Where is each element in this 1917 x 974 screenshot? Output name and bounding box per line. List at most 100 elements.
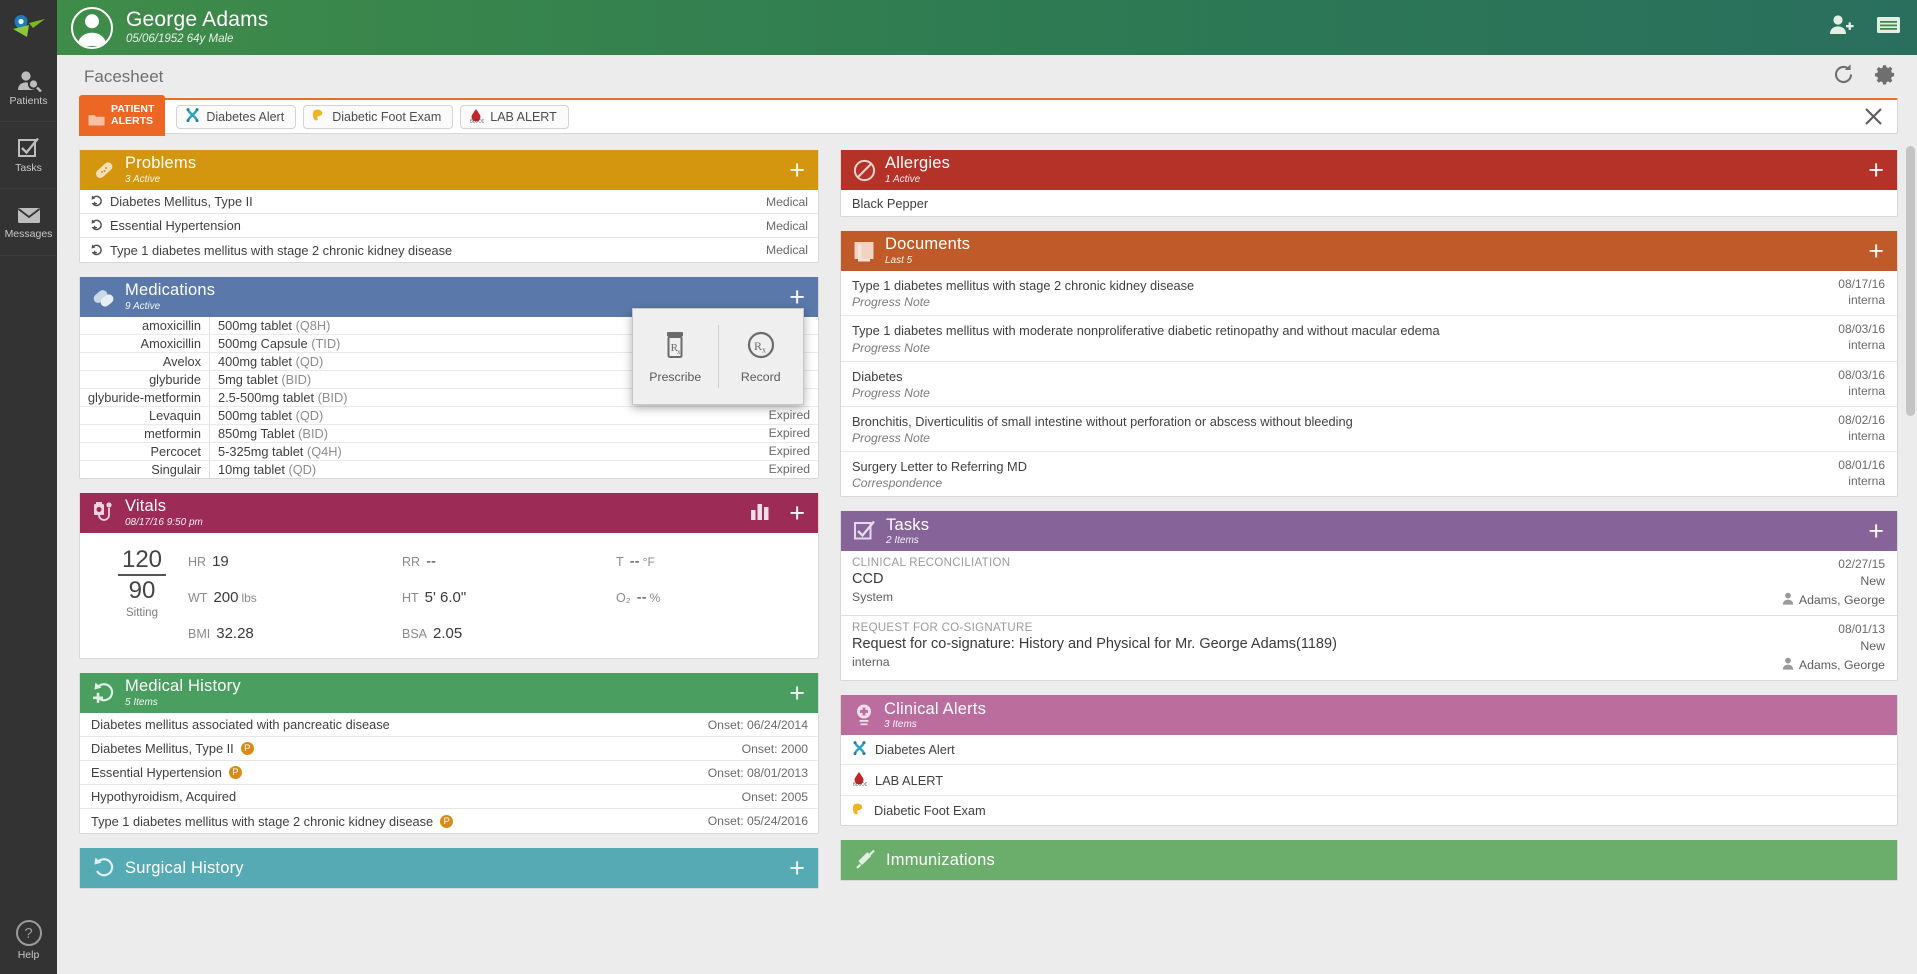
table-row[interactable]: Percocet 5-325mg tablet (Q4H) Expired [80, 443, 818, 461]
problem-badge-icon: P [241, 742, 254, 755]
list-item[interactable]: Bronchitis, Diverticulitis of small inte… [841, 407, 1897, 452]
table-row[interactable]: Diabetes Mellitus, Type II P Onset: 2000 [80, 737, 818, 761]
task-title: Request for co-signature: History and Ph… [852, 636, 1768, 652]
problem-badge-icon: P [229, 766, 242, 779]
alert-chip-diabetes[interactable]: Diabetes Alert [176, 105, 296, 129]
allergies-card-header: Allergies 1 Active + [841, 150, 1897, 190]
add-surgical-history-button[interactable]: + [789, 858, 805, 878]
list-item[interactable]: Type 1 diabetes mellitus with moderate n… [841, 316, 1897, 361]
folder-icon [88, 102, 105, 129]
table-row[interactable]: Diabetes mellitus associated with pancre… [80, 713, 818, 737]
table-row[interactable]: Diabetes Mellitus, Type II Medical [80, 190, 818, 214]
history-label: Essential Hypertension [91, 765, 222, 780]
table-row[interactable]: metformin 850mg Tablet (BID) Expired [80, 425, 818, 443]
medication-name: glyburide-metformin [80, 389, 210, 406]
list-item[interactable]: Diabetes Progress Note 08/03/16 interna [841, 362, 1897, 407]
menu-item-label: Record [741, 370, 781, 384]
add-problem-button[interactable]: + [789, 160, 805, 180]
list-item[interactable]: Surgery Letter to Referring MD Correspon… [841, 452, 1897, 496]
history-icon [92, 856, 116, 880]
allergy-label: Black Pepper [852, 196, 928, 211]
vitals-card-title-block: Vitals 08/17/16 9:50 pm [125, 498, 203, 528]
card-subtitle: 3 Items [884, 720, 986, 730]
dose-text: 2.5-500mg tablet [218, 390, 314, 405]
list-item[interactable]: Diabetic Foot Exam [841, 796, 1897, 825]
medication-name: glyburide [80, 371, 210, 388]
history-onset: Onset: 2005 [730, 790, 808, 804]
gear-icon[interactable] [1874, 63, 1897, 91]
card-subtitle: 08/17/16 9:50 pm [125, 518, 203, 528]
add-medication-button[interactable]: + [789, 287, 805, 307]
table-row[interactable]: Levaquin 500mg tablet (QD) Expired [80, 407, 818, 425]
alert-chip-label: LAB ALERT [490, 110, 556, 124]
table-row[interactable]: Type 1 diabetes mellitus with stage 2 ch… [80, 809, 818, 833]
svg-text:BLOOD: BLOOD [470, 118, 484, 123]
document-main: Diabetes Progress Note [852, 368, 1824, 400]
history-arrow-icon [91, 244, 103, 257]
avatar[interactable] [71, 7, 113, 49]
table-row[interactable]: Type 1 diabetes mellitus with stage 2 ch… [80, 238, 818, 262]
foot-icon [312, 108, 326, 125]
list-item[interactable]: Diabetes Alert [841, 735, 1897, 765]
vital-label: HR [188, 555, 206, 569]
add-vitals-button[interactable]: + [789, 503, 805, 523]
problem-badge-icon: P [440, 815, 453, 828]
alert-chip-foot-exam[interactable]: Diabetic Foot Exam [303, 105, 453, 129]
list-item[interactable]: CLINICAL RECONCILIATION CCD System 02/27… [841, 551, 1897, 616]
sidebar-item-messages[interactable]: Messages [0, 189, 57, 256]
medication-name: Percocet [80, 443, 210, 460]
history-onset: Onset: 06/24/2014 [696, 718, 808, 732]
dose-text: 500mg tablet [218, 318, 292, 333]
table-row[interactable]: Essential Hypertension Medical [80, 214, 818, 238]
document-main: Bronchitis, Diverticulitis of small inte… [852, 413, 1824, 445]
menu-icon[interactable] [1876, 15, 1901, 40]
patient-alerts-tab[interactable]: PATIENT ALERTS [79, 95, 165, 136]
document-date: 08/03/16 [1838, 322, 1885, 336]
list-item[interactable]: Type 1 diabetes mellitus with stage 2 ch… [841, 271, 1897, 316]
medication-status: Expired [765, 443, 818, 460]
refresh-icon[interactable] [1832, 63, 1855, 91]
document-date: 08/03/16 [1838, 368, 1885, 382]
document-author: interna [1838, 338, 1885, 352]
menu-item-record[interactable]: R x Record [719, 309, 804, 404]
bar-chart-icon[interactable] [750, 501, 772, 526]
table-row[interactable]: Singulair 10mg tablet (QD) Expired [80, 461, 818, 478]
dose-text: 5mg tablet [218, 372, 278, 387]
task-source: interna [852, 655, 1768, 669]
sidebar-item-tasks[interactable]: Tasks [0, 122, 57, 189]
list-item[interactable]: REQUEST FOR CO-SIGNATURE Request for co-… [841, 616, 1897, 680]
document-type: Progress Note [852, 386, 1824, 400]
add-task-button[interactable]: + [1868, 521, 1884, 541]
add-allergy-button[interactable]: + [1868, 160, 1884, 180]
menu-item-prescribe[interactable]: R x Prescribe [633, 309, 718, 404]
close-icon[interactable] [1864, 100, 1883, 133]
list-item[interactable]: BLOOD LAB ALERT [841, 765, 1897, 796]
svg-text:x: x [677, 348, 681, 356]
table-row[interactable]: Hypothyroidism, Acquired Onset: 2005 [80, 785, 818, 809]
vital-label: BSA [402, 627, 427, 641]
app-logo-icon[interactable] [0, 0, 57, 55]
add-patient-icon[interactable] [1828, 14, 1854, 41]
table-row[interactable]: Black Pepper [841, 190, 1897, 216]
problems-card: Problems 3 Active + Diabetes Mellitus [79, 150, 819, 263]
vital-value: 2.05 [433, 625, 462, 642]
pills-icon [92, 285, 116, 309]
history-onset: Onset: 2000 [730, 742, 808, 756]
medication-status: Expired [765, 461, 818, 478]
page-scrollbar[interactable] [1906, 146, 1915, 416]
help-button[interactable]: ? Help [16, 920, 42, 961]
add-medical-history-button[interactable]: + [789, 683, 805, 703]
add-document-button[interactable]: + [1868, 241, 1884, 261]
alert-chip-lab[interactable]: BLOOD LAB ALERT [460, 105, 568, 129]
sidebar-item-patients[interactable]: Patients [0, 55, 57, 122]
right-column: Allergies 1 Active + Black Pepper [840, 150, 1898, 974]
vital-o2: O₂--% [616, 589, 806, 606]
vital-wt: WT200lbs [188, 589, 402, 606]
medical-history-card-title-block: Medical History 5 Items [125, 678, 241, 708]
document-type: Progress Note [852, 431, 1824, 445]
medication-dose: 5-325mg tablet (Q4H) [210, 443, 765, 460]
document-author: interna [1838, 384, 1885, 398]
task-side: 02/27/15 New Adams, George [1768, 557, 1885, 608]
document-date: 08/02/16 [1838, 413, 1885, 427]
table-row[interactable]: Essential Hypertension P Onset: 08/01/20… [80, 761, 818, 785]
